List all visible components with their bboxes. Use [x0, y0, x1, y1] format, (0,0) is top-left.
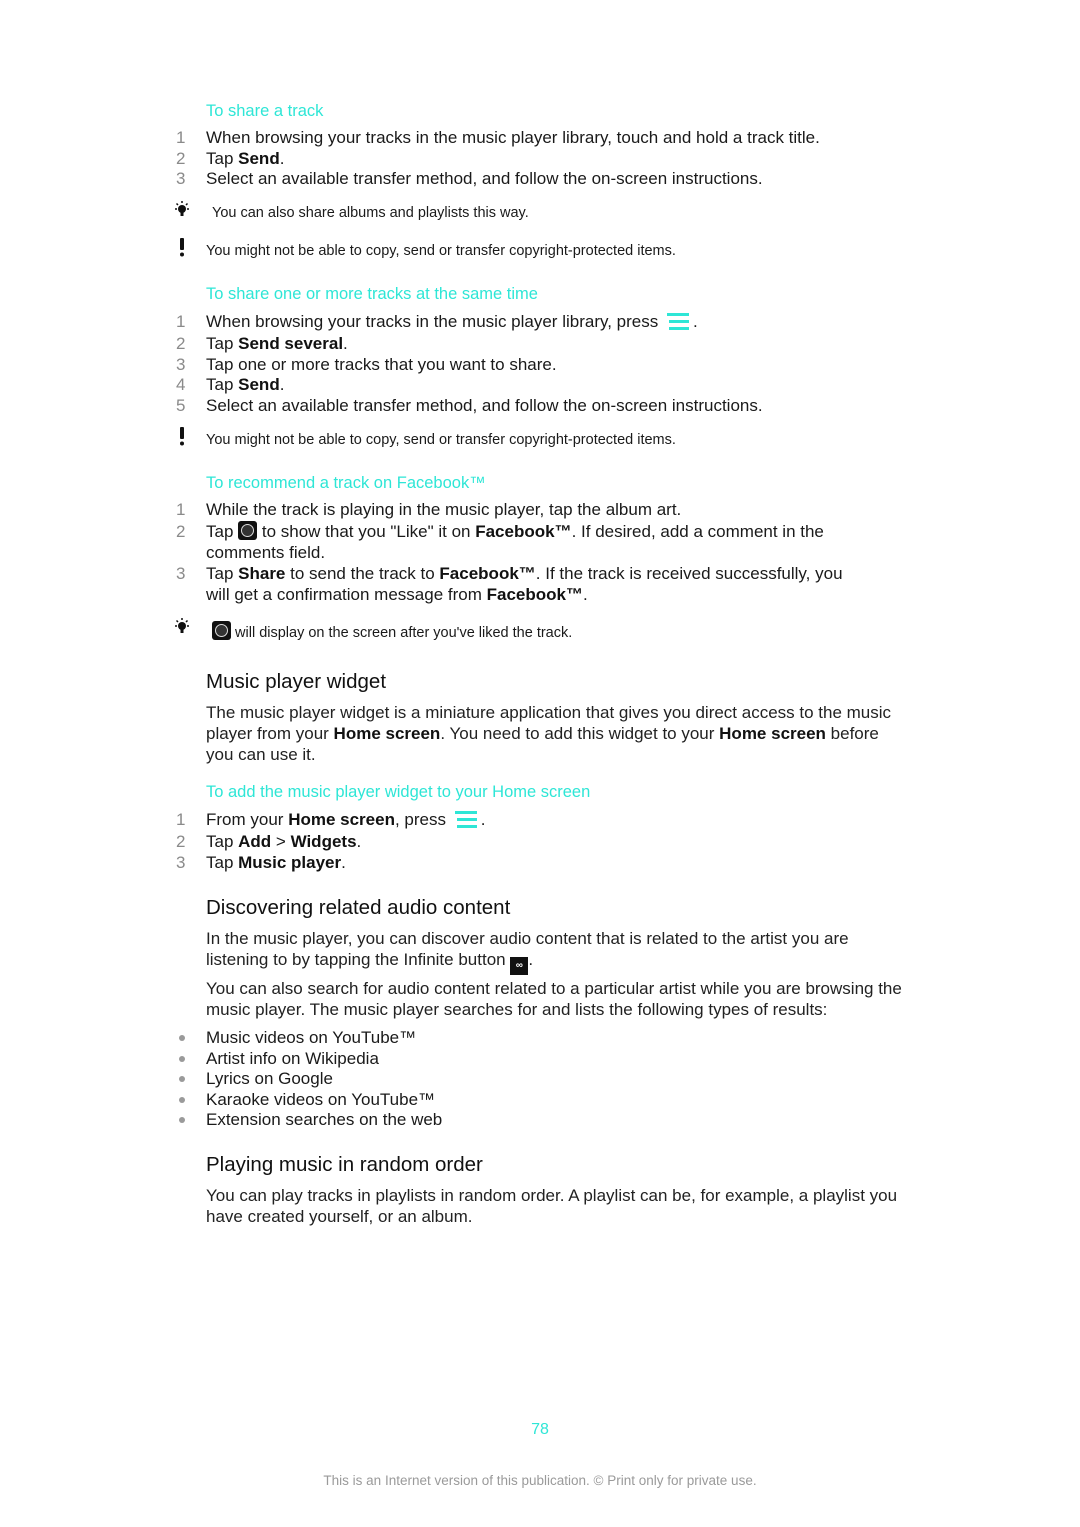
subheading-add-widget: To add the music player widget to your H… [206, 783, 591, 801]
tip-text: You can also share albums and playlists … [212, 205, 529, 221]
subheading-facebook: To recommend a track on Facebook™ [206, 474, 486, 492]
like-icon [238, 521, 258, 540]
step-text: While the track is playing in the music … [206, 500, 682, 519]
ui-term: Send [238, 375, 280, 394]
step-number: 2 [176, 334, 186, 353]
step-text: Tap one or more tracks that you want to … [206, 355, 557, 374]
step-number: 3 [176, 355, 186, 374]
step-number: 1 [176, 128, 186, 147]
step-text: Tap Send several. [206, 334, 348, 353]
step-text: Tap to show that you "Like" it on Facebo… [206, 521, 824, 562]
exclamation-icon [172, 427, 192, 449]
lightbulb-icon [172, 200, 192, 222]
bullet-icon [179, 1097, 185, 1103]
step-text: Select an available transfer method, and… [206, 169, 763, 188]
lightbulb-icon [172, 617, 192, 639]
step-text: Tap Send. [206, 149, 285, 168]
widget-paragraph: The music player widget is a miniature a… [206, 703, 892, 764]
ui-term: Send [238, 149, 280, 168]
step-number: 1 [176, 810, 186, 829]
warning-text: You might not be able to copy, send or t… [206, 432, 676, 448]
page-number: 78 [531, 1421, 549, 1438]
exclamation-icon [172, 238, 192, 260]
section-title-random: Playing music in random order [206, 1153, 483, 1176]
menu-icon [663, 311, 693, 333]
step-number: 2 [176, 149, 186, 168]
step-number: 1 [176, 312, 186, 331]
ui-term: Send several [238, 334, 344, 353]
step-text: Tap Send. [206, 375, 285, 394]
step-text: When browsing your tracks in the music p… [206, 311, 698, 333]
section-title-discover: Discovering related audio content [206, 896, 511, 919]
step-text: From your Home screen, press . [206, 809, 486, 831]
random-paragraph: You can play tracks in playlists in rand… [206, 1186, 898, 1226]
step-text: Tap Add > Widgets. [206, 832, 362, 851]
step-number: 2 [176, 832, 186, 851]
step-number: 3 [176, 169, 186, 188]
menu-icon [451, 809, 481, 831]
bullet-icon [179, 1035, 185, 1041]
bullet-icon [179, 1056, 185, 1062]
infinite-icon: ∞ [510, 957, 529, 975]
footer-notice: This is an Internet version of this publ… [323, 1473, 757, 1488]
subheading-share-several: To share one or more tracks at the same … [206, 285, 538, 303]
bullet-icon [179, 1076, 185, 1082]
section-title-widget: Music player widget [206, 670, 387, 693]
step-number: 5 [176, 396, 186, 415]
step-number: 1 [176, 500, 186, 519]
step-text: Tap Share to send the track to Facebook™… [206, 564, 843, 604]
step-text: Tap Music player. [206, 853, 346, 872]
discover-paragraph-2: You can also search for audio content re… [206, 979, 902, 1019]
step-number: 3 [176, 853, 186, 872]
step-text: Select an available transfer method, and… [206, 396, 763, 415]
step-number: 3 [176, 564, 186, 583]
like-icon [212, 621, 231, 640]
step-number: 2 [176, 522, 186, 541]
warning-text: You might not be able to copy, send or t… [206, 243, 676, 259]
discover-paragraph-1: In the music player, you can discover au… [206, 928, 906, 975]
step-number: 4 [176, 375, 186, 394]
bullet-icon [179, 1117, 185, 1123]
subheading-share-track: To share a track [206, 102, 324, 120]
tip-text: will display on the screen after you've … [212, 621, 572, 642]
step-text: When browsing your tracks in the music p… [206, 128, 820, 147]
